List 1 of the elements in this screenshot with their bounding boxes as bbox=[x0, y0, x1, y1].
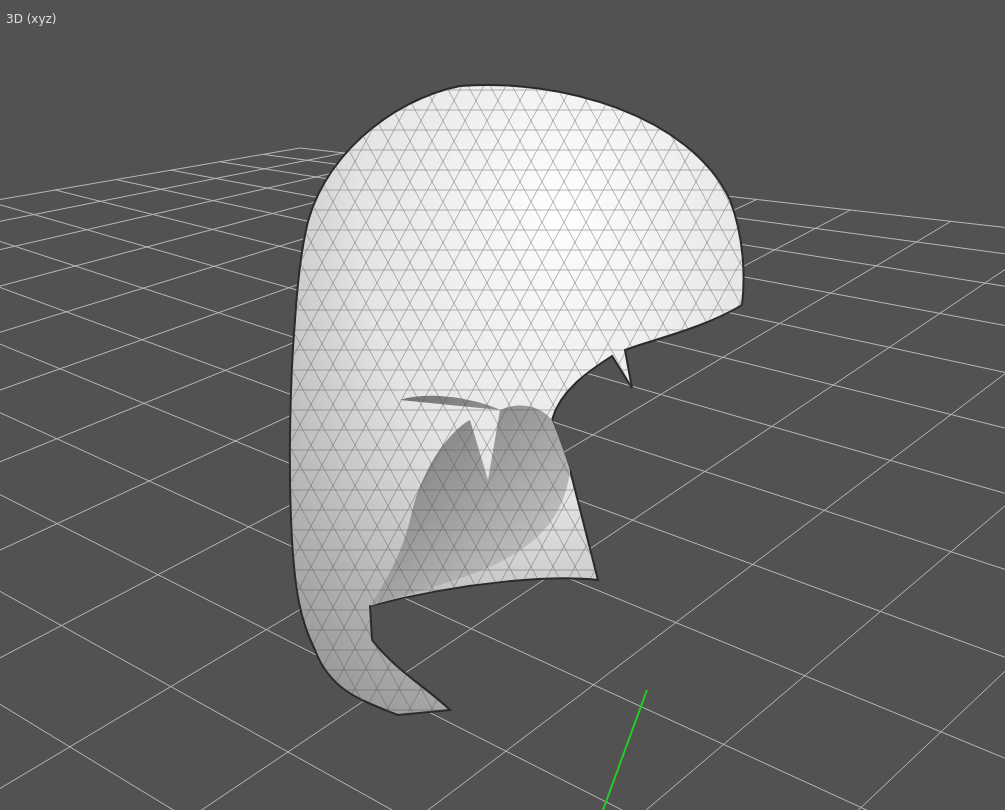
viewport-label: 3D (xyz) bbox=[6, 12, 57, 26]
